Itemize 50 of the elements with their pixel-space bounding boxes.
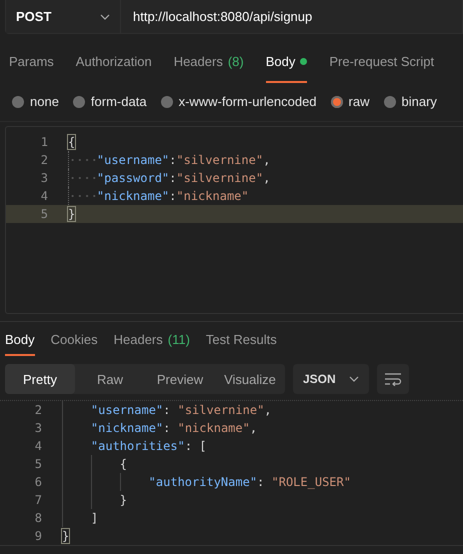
view-mode-button[interactable]: Preview bbox=[145, 364, 215, 394]
line-number: 4 bbox=[40, 188, 49, 203]
line-number: 9 bbox=[34, 529, 43, 544]
request-tab[interactable]: Body bbox=[266, 42, 308, 84]
code-line: "nickname": "nickname", bbox=[90, 421, 258, 436]
code-line: ] bbox=[90, 511, 98, 526]
line-number: 7 bbox=[34, 493, 43, 508]
code-line: "username": "silvernine", bbox=[90, 403, 272, 418]
code-line: } bbox=[68, 206, 76, 221]
line-number: 4 bbox=[34, 439, 43, 454]
line-number: 6 bbox=[34, 475, 43, 490]
response-tab[interactable]: Test Results bbox=[206, 324, 277, 356]
status-dot bbox=[300, 58, 308, 66]
view-mode-button[interactable]: Raw bbox=[75, 364, 145, 394]
code-line: } bbox=[120, 493, 128, 508]
line-number: 5 bbox=[40, 206, 49, 221]
request-tab[interactable]: Pre-request Script bbox=[329, 42, 434, 84]
code-line: { bbox=[120, 457, 128, 472]
response-tab[interactable]: Headers (11) bbox=[114, 324, 190, 356]
request-body-editor[interactable]: 1 { 2 "username":"silvernine", 3 "password":"silvernine", 4 "nickname":"nickname" 5 } bbox=[5, 126, 463, 314]
body-type-radio[interactable]: form-data bbox=[72, 94, 147, 110]
code-line: "authorityName": "ROLE_USER" bbox=[148, 475, 351, 490]
body-type-radio[interactable]: none bbox=[12, 94, 59, 110]
line-number: 3 bbox=[40, 170, 49, 185]
view-mode-button[interactable]: Visualize bbox=[215, 364, 285, 394]
request-tab[interactable]: Headers (8) bbox=[174, 42, 244, 84]
response-tab[interactable]: Body bbox=[5, 324, 35, 356]
code-line: "password":"silvernine", bbox=[96, 170, 270, 185]
line-number: 3 bbox=[34, 421, 43, 436]
line-number: 5 bbox=[34, 457, 43, 472]
request-tab[interactable]: Params bbox=[9, 42, 54, 84]
code-line: } bbox=[62, 529, 70, 544]
format-dropdown[interactable]: JSON bbox=[293, 364, 369, 394]
code-line: "nickname":"nickname" bbox=[96, 188, 249, 203]
body-type-radio[interactable]: raw bbox=[330, 94, 370, 110]
line-number: 8 bbox=[34, 511, 43, 526]
code-line: "username":"silvernine", bbox=[96, 152, 270, 167]
request-tab[interactable]: Authorization bbox=[76, 42, 152, 84]
body-type-radio[interactable]: x-www-form-urlencoded bbox=[160, 94, 317, 110]
wrap-lines-button[interactable] bbox=[377, 364, 409, 394]
view-mode-button[interactable]: Pretty bbox=[5, 364, 75, 394]
chevron-down-icon bbox=[349, 376, 359, 382]
wrap-icon bbox=[384, 372, 402, 386]
body-type-radio[interactable]: binary bbox=[384, 94, 437, 110]
code-line: "authorities": [ bbox=[90, 439, 206, 454]
response-tab[interactable]: Cookies bbox=[50, 324, 98, 356]
line-number: 2 bbox=[34, 403, 43, 418]
line-number: 2 bbox=[40, 152, 49, 167]
code-line: { bbox=[68, 134, 76, 149]
line-number: 1 bbox=[40, 134, 49, 149]
